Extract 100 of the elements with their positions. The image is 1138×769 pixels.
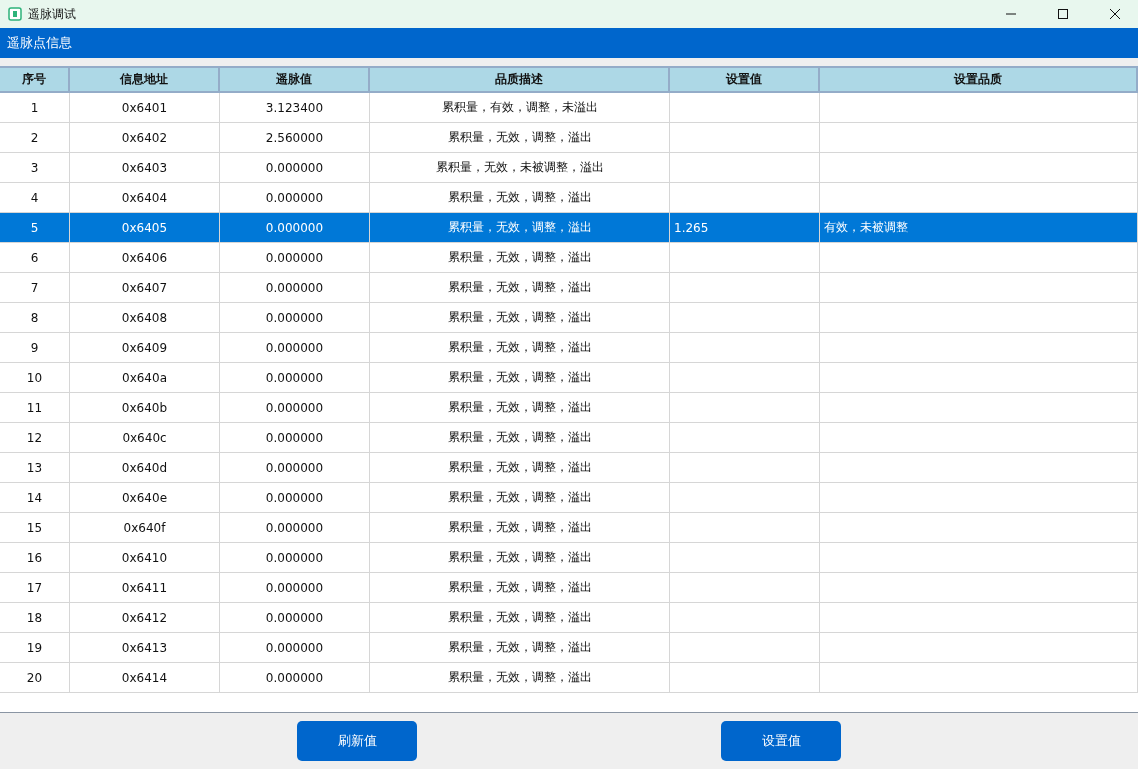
table-cell: 1.265 bbox=[670, 213, 820, 242]
table-cell: 0x6408 bbox=[70, 303, 220, 332]
table-cell: 0x6412 bbox=[70, 603, 220, 632]
table-cell: 累积量，无效，调整，溢出 bbox=[370, 663, 670, 692]
table-cell: 0.000000 bbox=[220, 633, 370, 662]
table-cell: 0x6411 bbox=[70, 573, 220, 602]
table-cell: 有效，未被调整 bbox=[820, 213, 1138, 242]
table-cell: 0x640d bbox=[70, 453, 220, 482]
table-row[interactable]: 8 0x6408 0.000000 累积量，无效，调整，溢出 bbox=[0, 303, 1138, 333]
close-icon bbox=[1110, 9, 1120, 19]
table-cell: 0x6401 bbox=[70, 93, 220, 122]
table-row[interactable]: 17 0x6411 0.000000 累积量，无效，调整，溢出 bbox=[0, 573, 1138, 603]
column-header[interactable]: 序号 bbox=[0, 68, 70, 91]
table-cell: 0.000000 bbox=[220, 363, 370, 392]
table-cell: 16 bbox=[0, 543, 70, 572]
table-row[interactable]: 15 0x640f 0.000000 累积量，无效，调整，溢出 bbox=[0, 513, 1138, 543]
column-header[interactable]: 品质描述 bbox=[370, 68, 670, 91]
table-cell: 3.123400 bbox=[220, 93, 370, 122]
table-cell: 9 bbox=[0, 333, 70, 362]
table-cell: 0.000000 bbox=[220, 213, 370, 242]
table-cell: 0.000000 bbox=[220, 243, 370, 272]
table-row[interactable]: 3 0x6403 0.000000 累积量，无效，未被调整，溢出 bbox=[0, 153, 1138, 183]
refresh-button[interactable]: 刷新值 bbox=[297, 721, 417, 761]
table-cell: 0x640f bbox=[70, 513, 220, 542]
table-cell: 17 bbox=[0, 573, 70, 602]
table-row[interactable]: 20 0x6414 0.000000 累积量，无效，调整，溢出 bbox=[0, 663, 1138, 693]
table-cell: 0x6403 bbox=[70, 153, 220, 182]
table-cell: 累积量，无效，调整，溢出 bbox=[370, 453, 670, 482]
app-icon bbox=[8, 7, 22, 21]
table-cell: 0.000000 bbox=[220, 393, 370, 422]
set-button[interactable]: 设置值 bbox=[721, 721, 841, 761]
table-cell: 累积量，无效，调整，溢出 bbox=[370, 393, 670, 422]
column-header[interactable]: 设置品质 bbox=[820, 68, 1138, 91]
table-cell: 0x6410 bbox=[70, 543, 220, 572]
table-cell: 12 bbox=[0, 423, 70, 452]
table-cell: 6 bbox=[0, 243, 70, 272]
table-row[interactable]: 2 0x6402 2.560000 累积量，无效，调整，溢出 bbox=[0, 123, 1138, 153]
table-cell: 0.000000 bbox=[220, 573, 370, 602]
table-row[interactable]: 1 0x6401 3.123400 累积量，有效，调整，未溢出 bbox=[0, 93, 1138, 123]
column-header[interactable]: 信息地址 bbox=[70, 68, 220, 91]
table-cell: 4 bbox=[0, 183, 70, 212]
table-cell: 累积量，无效，调整，溢出 bbox=[370, 333, 670, 362]
table-cell: 0.000000 bbox=[220, 423, 370, 452]
table-cell: 0.000000 bbox=[220, 303, 370, 332]
table-cell: 1 bbox=[0, 93, 70, 122]
table-row[interactable]: 16 0x6410 0.000000 累积量，无效，调整，溢出 bbox=[0, 543, 1138, 573]
table-cell: 0.000000 bbox=[220, 663, 370, 692]
table-cell: 0x6402 bbox=[70, 123, 220, 152]
table-cell: 累积量，无效，调整，溢出 bbox=[370, 213, 670, 242]
table-row[interactable]: 12 0x640c 0.000000 累积量，无效，调整，溢出 bbox=[0, 423, 1138, 453]
table-cell: 15 bbox=[0, 513, 70, 542]
window-title: 遥脉调试 bbox=[28, 5, 77, 23]
table-cell: 累积量，无效，调整，溢出 bbox=[370, 273, 670, 302]
table-cell: 20 bbox=[0, 663, 70, 692]
table-cell: 0x6404 bbox=[70, 183, 220, 212]
table-cell: 累积量，无效，调整，溢出 bbox=[370, 543, 670, 572]
table-cell: 2.560000 bbox=[220, 123, 370, 152]
table-cell: 0.000000 bbox=[220, 153, 370, 182]
table-cell: 0.000000 bbox=[220, 333, 370, 362]
table-row[interactable]: 9 0x6409 0.000000 累积量，无效，调整，溢出 bbox=[0, 333, 1138, 363]
table-cell: 0x640e bbox=[70, 483, 220, 512]
table-row[interactable]: 5 0x6405 0.000000 累积量，无效，调整，溢出 1.265 有效，未被调整 bbox=[0, 213, 1138, 243]
column-header[interactable]: 遥脉值 bbox=[220, 68, 370, 91]
table-cell: 13 bbox=[0, 453, 70, 482]
table-cell: 0x6414 bbox=[70, 663, 220, 692]
table-cell: 0.000000 bbox=[220, 483, 370, 512]
table-cell: 0.000000 bbox=[220, 603, 370, 632]
table-cell: 7 bbox=[0, 273, 70, 302]
table-cell: 累积量，无效，调整，溢出 bbox=[370, 513, 670, 542]
table-cell: 10 bbox=[0, 363, 70, 392]
table-cell: 累积量，无效，调整，溢出 bbox=[370, 243, 670, 272]
table-cell: 累积量，无效，调整，溢出 bbox=[370, 363, 670, 392]
table-cell: 累积量，有效，调整，未溢出 bbox=[370, 93, 670, 122]
table-row[interactable]: 7 0x6407 0.000000 累积量，无效，调整，溢出 bbox=[0, 273, 1138, 303]
table-row[interactable]: 4 0x6404 0.000000 累积量，无效，调整，溢出 bbox=[0, 183, 1138, 213]
table-cell: 18 bbox=[0, 603, 70, 632]
table-cell: 0x640c bbox=[70, 423, 220, 452]
table-cell: 0.000000 bbox=[220, 453, 370, 482]
table-cell: 0x640b bbox=[70, 393, 220, 422]
table-cell: 19 bbox=[0, 633, 70, 662]
table-row[interactable]: 13 0x640d 0.000000 累积量，无效，调整，溢出 bbox=[0, 453, 1138, 483]
table-cell: 累积量，无效，未被调整，溢出 bbox=[370, 153, 670, 182]
column-header[interactable]: 设置值 bbox=[670, 68, 820, 91]
table-cell: 累积量，无效，调整，溢出 bbox=[370, 303, 670, 332]
table-row[interactable]: 10 0x640a 0.000000 累积量，无效，调整，溢出 bbox=[0, 363, 1138, 393]
table-cell: 0.000000 bbox=[220, 183, 370, 212]
table-row[interactable]: 18 0x6412 0.000000 累积量，无效，调整，溢出 bbox=[0, 603, 1138, 633]
table-cell: 0x6406 bbox=[70, 243, 220, 272]
table-row[interactable]: 19 0x6413 0.000000 累积量，无效，调整，溢出 bbox=[0, 633, 1138, 663]
table-cell: 0x640a bbox=[70, 363, 220, 392]
table-cell: 3 bbox=[0, 153, 70, 182]
table-cell: 累积量，无效，调整，溢出 bbox=[370, 423, 670, 452]
table-cell: 0x6407 bbox=[70, 273, 220, 302]
table-row[interactable]: 11 0x640b 0.000000 累积量，无效，调整，溢出 bbox=[0, 393, 1138, 423]
table-row[interactable]: 14 0x640e 0.000000 累积量，无效，调整，溢出 bbox=[0, 483, 1138, 513]
table-cell: 累积量，无效，调整，溢出 bbox=[370, 633, 670, 662]
table-row[interactable]: 6 0x6406 0.000000 累积量，无效，调整，溢出 bbox=[0, 243, 1138, 273]
table-cell: 0.000000 bbox=[220, 543, 370, 572]
table-cell: 0x6405 bbox=[70, 213, 220, 242]
table-cell: 2 bbox=[0, 123, 70, 152]
